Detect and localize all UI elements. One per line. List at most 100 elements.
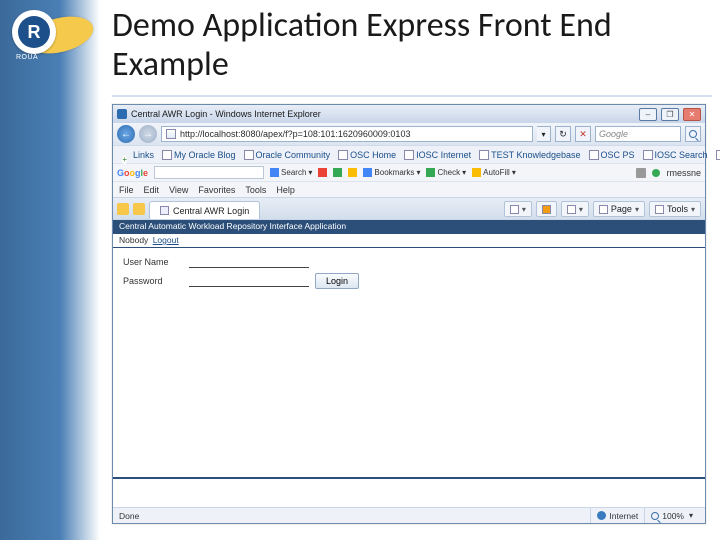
menu-view[interactable]: View: [169, 185, 188, 195]
breadcrumb: Nobody Logout: [113, 234, 705, 248]
browser-window: Central AWR Login - Windows Internet Exp…: [112, 104, 706, 524]
current-user: Nobody: [119, 235, 148, 245]
security-zone[interactable]: Internet: [590, 508, 644, 523]
links-item[interactable]: Links: [133, 150, 154, 160]
tab-label: Central AWR Login: [173, 206, 249, 216]
links-item[interactable]: Oracle Community: [244, 150, 331, 160]
address-dropdown[interactable]: ▾: [537, 126, 551, 142]
address-text: http://localhost:8080/apex/f?p=108:101:1…: [180, 129, 410, 139]
google-search-input[interactable]: [154, 166, 264, 179]
link-icon: [716, 150, 720, 160]
feeds-button[interactable]: [536, 201, 557, 217]
autofill-icon: [472, 168, 481, 177]
search-box[interactable]: Google: [595, 126, 681, 142]
google-bookmarks[interactable]: Bookmarks▾: [363, 168, 420, 177]
search-icon: [270, 168, 279, 177]
home-button[interactable]: ▾: [504, 201, 532, 217]
google-toolbar-item[interactable]: [348, 168, 357, 177]
username-field[interactable]: [189, 256, 309, 268]
tab-strip: Central AWR Login ▾ ▾ Page▾ Tools▾: [113, 197, 705, 219]
maximize-button[interactable]: ❐: [661, 108, 679, 121]
google-check[interactable]: Check▾: [426, 168, 466, 177]
password-label: Password: [123, 276, 183, 286]
nav-toolbar: ← → http://localhost:8080/apex/f?p=108:1…: [113, 123, 705, 145]
google-toolbar-item[interactable]: [318, 168, 327, 177]
menu-edit[interactable]: Edit: [144, 185, 160, 195]
content-divider: [113, 477, 705, 479]
links-item[interactable]: OSC Home: [338, 150, 396, 160]
google-toolbar: Google Search▾ Bookmarks▾ Check▾ AutoFil…: [113, 163, 705, 181]
password-field[interactable]: [189, 275, 309, 287]
forward-button[interactable]: →: [139, 125, 157, 143]
page-icon: [599, 205, 608, 214]
link-icon: [404, 150, 414, 160]
settings-wrench-icon[interactable]: [636, 168, 646, 178]
menu-bar: File Edit View Favorites Tools Help: [113, 181, 705, 197]
link-icon: [589, 150, 599, 160]
google-autofill[interactable]: AutoFill▾: [472, 168, 516, 177]
google-search-button[interactable]: Search▾: [270, 168, 312, 177]
check-icon: [426, 168, 435, 177]
brand-logo-text: ROUA: [16, 54, 38, 61]
google-user[interactable]: rmessne: [666, 168, 701, 178]
links-item[interactable]: IOSC Internet: [404, 150, 471, 160]
menu-file[interactable]: File: [119, 185, 134, 195]
page-content: Central Automatic Workload Repository In…: [113, 219, 705, 507]
toolbar-icon: [333, 168, 342, 177]
slide-accent-band: [0, 0, 100, 540]
add-to-favorites-icon[interactable]: [133, 203, 145, 215]
logout-link[interactable]: Logout: [153, 235, 179, 245]
gear-icon: [655, 205, 664, 214]
favorites-links-bar: Links My Oracle Blog Oracle Community OS…: [113, 145, 705, 163]
links-item[interactable]: My Oracle Blog: [162, 150, 236, 160]
search-button[interactable]: [685, 126, 701, 142]
bookmark-icon: [363, 168, 372, 177]
link-icon: [244, 150, 254, 160]
page-icon: [166, 129, 176, 139]
link-icon: [643, 150, 653, 160]
stop-button[interactable]: ✕: [575, 126, 591, 142]
login-form: User Name Password Login: [113, 248, 705, 302]
toolbar-icon: [318, 168, 327, 177]
close-button[interactable]: ✕: [683, 108, 701, 121]
ie-icon: [117, 109, 127, 119]
status-text: Done: [119, 511, 139, 521]
google-toolbar-item[interactable]: [333, 168, 342, 177]
links-item[interactable]: TEST Travel Serv…: [716, 150, 720, 160]
page-menu[interactable]: Page▾: [593, 201, 645, 217]
favorites-center-icon[interactable]: [117, 203, 129, 215]
zoom-control[interactable]: 100%▾: [644, 508, 699, 523]
minimize-button[interactable]: –: [639, 108, 657, 121]
google-logo: Google: [117, 168, 148, 178]
globe-icon: [597, 511, 606, 520]
tools-menu[interactable]: Tools▾: [649, 201, 701, 217]
status-bar: Done Internet 100%▾: [113, 507, 705, 523]
user-status-icon: [652, 169, 660, 177]
slide-title: Demo Application Express Front End Examp…: [112, 6, 712, 84]
link-icon: [479, 150, 489, 160]
login-button[interactable]: Login: [315, 273, 359, 289]
links-item[interactable]: TEST Knowledgebase: [479, 150, 580, 160]
print-icon: [567, 205, 576, 214]
zoom-icon: [651, 512, 659, 520]
links-item[interactable]: IOSC Search: [643, 150, 708, 160]
window-title: Central AWR Login - Windows Internet Exp…: [131, 109, 321, 119]
refresh-button[interactable]: ↻: [555, 126, 571, 142]
print-button[interactable]: ▾: [561, 201, 589, 217]
app-header: Central Automatic Workload Repository In…: [113, 220, 705, 234]
feed-icon: [542, 205, 551, 214]
window-titlebar: Central AWR Login - Windows Internet Exp…: [113, 105, 705, 123]
links-item[interactable]: OSC PS: [589, 150, 635, 160]
brand-logo: R ROUA: [6, 8, 94, 62]
menu-tools[interactable]: Tools: [245, 185, 266, 195]
link-icon: [162, 150, 172, 160]
link-icon: [338, 150, 348, 160]
browser-tab[interactable]: Central AWR Login: [149, 201, 260, 219]
search-icon: [689, 130, 697, 138]
address-bar[interactable]: http://localhost:8080/apex/f?p=108:101:1…: [161, 126, 533, 142]
back-button[interactable]: ←: [117, 125, 135, 143]
title-divider: [112, 95, 712, 97]
menu-favorites[interactable]: Favorites: [198, 185, 235, 195]
username-label: User Name: [123, 257, 183, 267]
menu-help[interactable]: Help: [276, 185, 295, 195]
